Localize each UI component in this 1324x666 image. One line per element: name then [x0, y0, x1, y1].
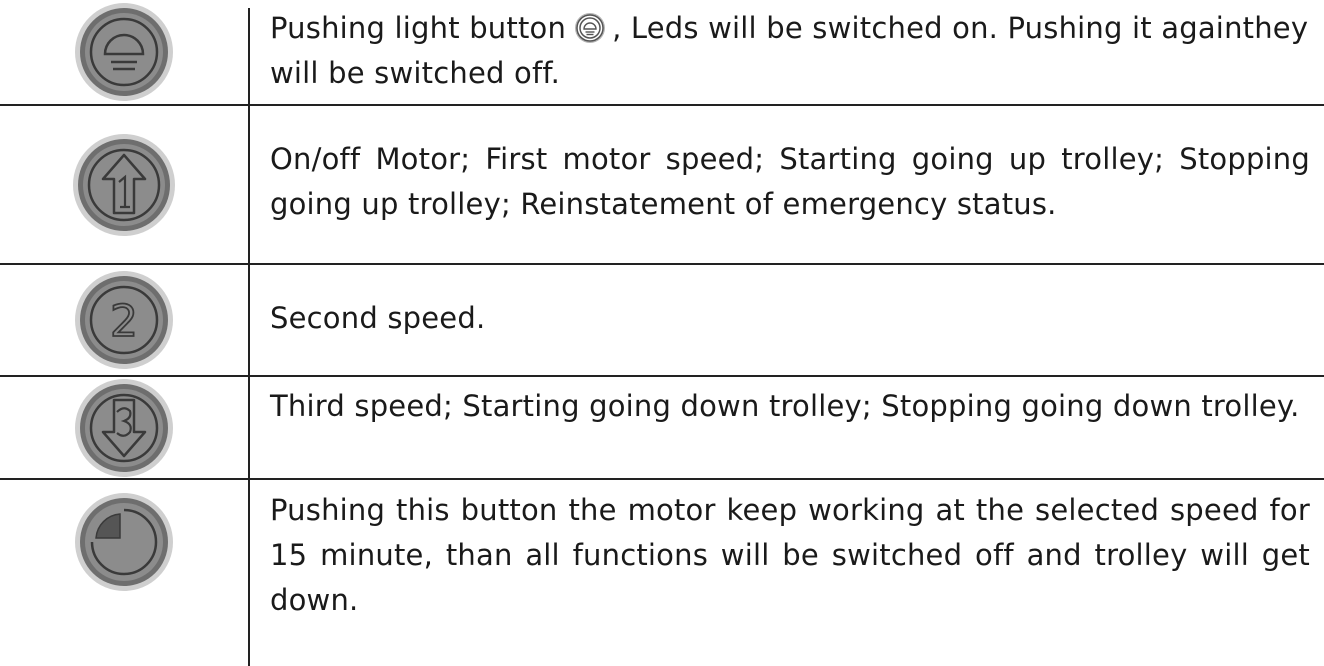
light-bulb-small-icon — [574, 12, 606, 44]
row-description: Third speed; Starting going down trolley… — [270, 389, 1300, 423]
row-text-before: Pushing light button — [270, 11, 567, 45]
row-description: Second speed. — [270, 301, 486, 335]
table-row: 2 Second speed. — [0, 265, 1324, 375]
row-description: Pushing light button , Leds will be swit… — [270, 6, 1310, 96]
arrow-up-1-button-icon — [0, 106, 248, 263]
table-row: On/off Motor; First motor speed; Startin… — [0, 106, 1324, 263]
table-row: Pushing light button , Leds will be swit… — [0, 0, 1324, 104]
row-description: On/off Motor; First motor speed; Startin… — [270, 142, 1310, 221]
button-number-label: 2 — [110, 296, 138, 347]
number-2-button-icon: 2 — [0, 265, 248, 375]
table-row: Pushing this button the motor keep worki… — [0, 480, 1324, 666]
table-row: Third speed; Starting going down trolley… — [0, 377, 1324, 478]
row-description: Pushing this button the motor keep worki… — [270, 493, 1310, 617]
timer-button-icon — [0, 480, 248, 604]
instruction-table: Pushing light button , Leds will be swit… — [0, 0, 1324, 666]
light-bulb-button-icon — [0, 0, 248, 104]
arrow-down-3-button-icon — [0, 377, 248, 478]
